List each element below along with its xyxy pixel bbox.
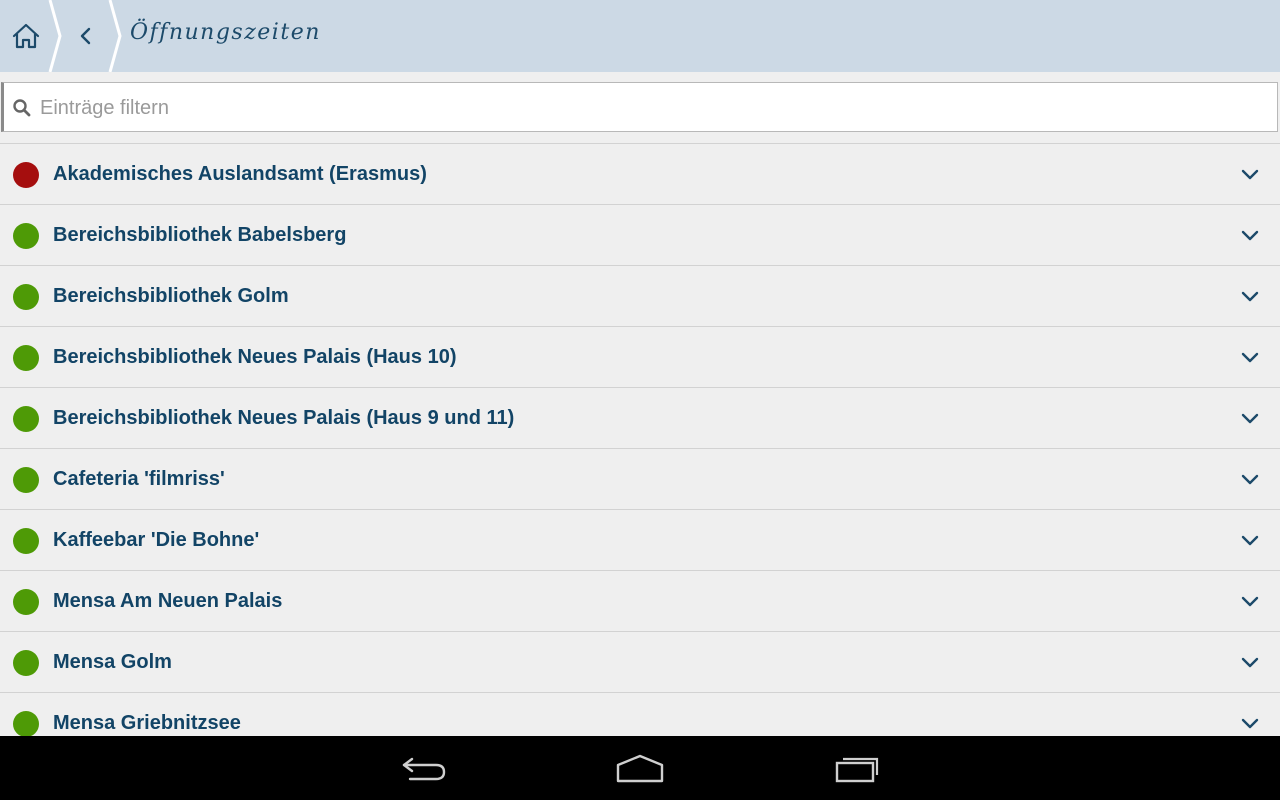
home-button[interactable]: [0, 0, 52, 72]
chevron-left-icon: [80, 27, 91, 45]
header-bar: Öffnungszeiten: [0, 0, 1280, 72]
list-item-label: Mensa Golm: [53, 651, 172, 673]
chevron-down-icon[interactable]: [1240, 595, 1260, 609]
list-item[interactable]: Akademisches Auslandsamt (Erasmus): [0, 144, 1280, 205]
list-item[interactable]: Kaffeebar 'Die Bohne': [0, 510, 1280, 571]
system-navigation-bar: [0, 736, 1280, 800]
list-item[interactable]: Bereichsbibliothek Neues Palais (Haus 10…: [0, 327, 1280, 388]
status-indicator: [13, 345, 39, 371]
recent-apps-icon: [835, 757, 879, 783]
search-box[interactable]: [1, 82, 1278, 132]
list-item-label: Bereichsbibliothek Neues Palais (Haus 10…: [53, 346, 457, 368]
app-window: Öffnungszeiten Akademisches Auslandsamt …: [0, 0, 1280, 800]
page-title: Öffnungszeiten: [130, 20, 321, 45]
status-indicator: [13, 284, 39, 310]
search-input[interactable]: [40, 91, 1260, 125]
status-indicator: [13, 223, 39, 249]
system-home-button[interactable]: [610, 750, 670, 786]
chevron-down-icon[interactable]: [1240, 717, 1260, 731]
system-back-button[interactable]: [394, 750, 454, 786]
chevron-down-icon[interactable]: [1240, 473, 1260, 487]
chevron-down-icon[interactable]: [1240, 229, 1260, 243]
list-item-label: Mensa Griebnitzsee: [53, 712, 241, 734]
chevron-down-icon[interactable]: [1240, 290, 1260, 304]
status-indicator: [13, 406, 39, 432]
list-item-label: Bereichsbibliothek Golm: [53, 285, 289, 307]
list-item[interactable]: Bereichsbibliothek Golm: [0, 266, 1280, 327]
chevron-down-icon[interactable]: [1240, 351, 1260, 365]
search-bar: [0, 82, 1280, 134]
list-item-label: Bereichsbibliothek Babelsberg: [53, 224, 347, 246]
list-item[interactable]: Mensa Golm: [0, 632, 1280, 693]
system-recents-button[interactable]: [828, 750, 888, 786]
list-item[interactable]: Cafeteria 'filmriss': [0, 449, 1280, 510]
list-item-label: Akademisches Auslandsamt (Erasmus): [53, 163, 427, 185]
chevron-down-icon[interactable]: [1240, 168, 1260, 182]
list-item[interactable]: Mensa Am Neuen Palais: [0, 571, 1280, 632]
back-arrow-icon: [402, 757, 446, 781]
home-outline-icon: [616, 754, 664, 783]
status-indicator: [13, 711, 39, 737]
chevron-down-icon[interactable]: [1240, 534, 1260, 548]
breadcrumb-separator: [48, 0, 62, 72]
status-indicator: [13, 162, 39, 188]
breadcrumb-separator: [108, 0, 122, 72]
back-button[interactable]: [66, 0, 106, 72]
list-item-label: Mensa Am Neuen Palais: [53, 590, 283, 612]
list-item-label: Kaffeebar 'Die Bohne': [53, 529, 260, 551]
list-item[interactable]: Bereichsbibliothek Babelsberg: [0, 205, 1280, 266]
status-indicator: [13, 589, 39, 615]
list-item-label: Bereichsbibliothek Neues Palais (Haus 9 …: [53, 407, 515, 429]
search-icon: [13, 99, 31, 117]
status-indicator: [13, 528, 39, 554]
status-indicator: [13, 650, 39, 676]
list-item[interactable]: Bereichsbibliothek Neues Palais (Haus 9 …: [0, 388, 1280, 449]
list-item-label: Cafeteria 'filmriss': [53, 468, 225, 490]
chevron-down-icon[interactable]: [1240, 656, 1260, 670]
status-indicator: [13, 467, 39, 493]
opening-hours-list: Akademisches Auslandsamt (Erasmus) Berei…: [0, 143, 1280, 754]
chevron-down-icon[interactable]: [1240, 412, 1260, 426]
home-icon: [12, 23, 40, 49]
